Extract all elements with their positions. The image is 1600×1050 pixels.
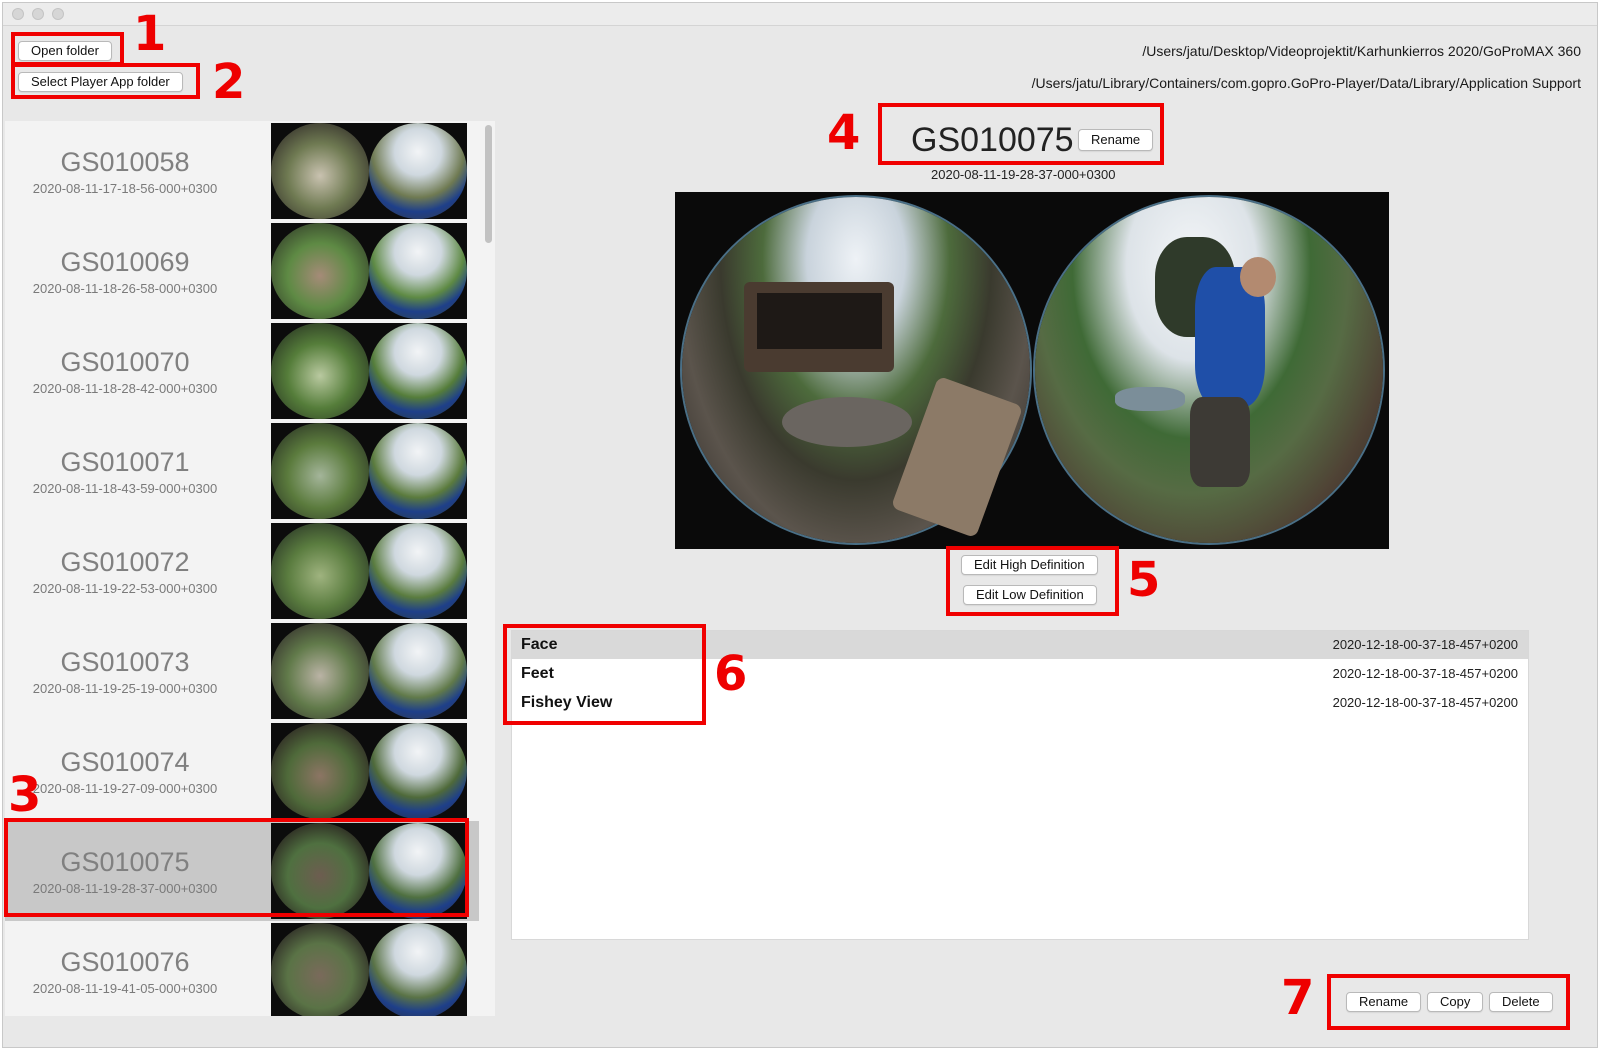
open-folder-button[interactable]: Open folder: [18, 41, 112, 61]
app-window: Open folder Select Player App folder /Us…: [2, 2, 1598, 1048]
selected-clip-date: 2020-08-11-19-28-37-000+0300: [931, 167, 1116, 182]
title-bar: [3, 3, 1597, 26]
thumbnail-front-lens: [271, 423, 369, 519]
bookmark-date: 2020-12-18-00-37-18-457+0200: [1332, 637, 1518, 652]
clip-list-item[interactable]: GS010075 2020-08-11-19-28-37-000+0300: [5, 821, 479, 921]
clip-name: GS010075: [60, 847, 190, 877]
clip-list-scrollbar[interactable]: [483, 121, 495, 1016]
minimize-window-icon[interactable]: [32, 8, 44, 20]
edit-high-definition-button[interactable]: Edit High Definition: [961, 555, 1098, 575]
preview-front-lens: [680, 195, 1032, 545]
folder-path-label: /Users/jatu/Desktop/Videoprojektit/Karhu…: [1142, 43, 1581, 59]
zoom-window-icon[interactable]: [52, 8, 64, 20]
clip-date: 2020-08-11-19-41-05-000+0300: [32, 981, 218, 996]
thumbnail-back-lens: [369, 723, 467, 819]
clip-thumbnail: [271, 723, 467, 819]
bookmark-name: Face: [521, 636, 558, 653]
bookmark-row[interactable]: Feet 2020-12-18-00-37-18-457+0200: [512, 660, 1528, 688]
thumbnail-back-lens: [369, 823, 467, 919]
delete-bookmark-button[interactable]: Delete: [1489, 992, 1553, 1012]
bookmark-date: 2020-12-18-00-37-18-457+0200: [1332, 695, 1518, 710]
callout-number-3: 3: [8, 767, 42, 823]
clip-list[interactable]: GS010058 2020-08-11-17-18-56-000+0300 GS01…: [5, 121, 495, 1016]
callout-number-6: 6: [714, 646, 748, 702]
clip-date: 2020-08-11-17-18-56-000+0300: [32, 181, 218, 196]
clip-list-item[interactable]: GS010069 2020-08-11-18-26-58-000+0300: [5, 221, 479, 321]
callout-number-2: 2: [212, 54, 246, 110]
clip-thumbnail: [271, 623, 467, 719]
clip-list-item[interactable]: GS010071 2020-08-11-18-43-59-000+0300: [5, 421, 479, 521]
clip-thumbnail: [271, 823, 467, 919]
select-player-app-folder-button[interactable]: Select Player App folder: [18, 72, 183, 92]
bookmark-name: Fishey View: [521, 694, 613, 711]
thumbnail-back-lens: [369, 523, 467, 619]
thumbnail-back-lens: [369, 323, 467, 419]
thumbnail-front-lens: [271, 923, 369, 1016]
clip-name: GS010071: [60, 447, 190, 477]
thumbnail-front-lens: [271, 123, 369, 219]
thumbnail-front-lens: [271, 623, 369, 719]
clip-list-item[interactable]: GS010073 2020-08-11-19-25-19-000+0300: [5, 621, 479, 721]
clip-thumbnail: [271, 123, 467, 219]
clip-date: 2020-08-11-19-28-37-000+0300: [32, 881, 218, 896]
clip-thumbnail: [271, 323, 467, 419]
callout-number-5: 5: [1127, 552, 1161, 608]
thumbnail-back-lens: [369, 223, 467, 319]
thumbnail-back-lens: [369, 123, 467, 219]
clip-date: 2020-08-11-18-43-59-000+0300: [32, 481, 218, 496]
callout-number-4: 4: [827, 105, 861, 161]
clip-list-item[interactable]: GS010074 2020-08-11-19-27-09-000+0300: [5, 721, 479, 821]
bookmark-name: Feet: [521, 665, 554, 682]
selected-clip-title: GS010075: [911, 121, 1074, 159]
callout-number-7: 7: [1281, 970, 1315, 1026]
thumbnail-front-lens: [271, 323, 369, 419]
clip-name: GS010070: [60, 347, 190, 377]
thumbnail-back-lens: [369, 623, 467, 719]
edit-low-definition-button[interactable]: Edit Low Definition: [963, 585, 1097, 605]
preview-back-lens: [1033, 195, 1385, 545]
copy-bookmark-button[interactable]: Copy: [1427, 992, 1484, 1012]
clip-thumbnail: [271, 423, 467, 519]
thumbnail-front-lens: [271, 523, 369, 619]
bookmark-date: 2020-12-18-00-37-18-457+0200: [1332, 666, 1518, 681]
bookmark-list[interactable]: Face 2020-12-18-00-37-18-457+0200 Feet 2020…: [511, 630, 1529, 940]
rename-bookmark-button[interactable]: Rename: [1346, 992, 1422, 1012]
clip-thumbnail: [271, 923, 467, 1016]
clip-thumbnail: [271, 223, 467, 319]
thumbnail-front-lens: [271, 223, 369, 319]
callout-number-1: 1: [133, 6, 167, 62]
close-window-icon[interactable]: [12, 8, 24, 20]
bookmark-row[interactable]: Fishey View 2020-12-18-00-37-18-457+0200: [512, 689, 1528, 717]
clip-list-scroll-thumb[interactable]: [485, 125, 492, 243]
thumbnail-front-lens: [271, 723, 369, 819]
clip-list-item[interactable]: GS010076 2020-08-11-19-41-05-000+0300: [5, 921, 479, 1016]
clip-list-item[interactable]: GS010070 2020-08-11-18-28-42-000+0300: [5, 321, 479, 421]
clip-date: 2020-08-11-18-28-42-000+0300: [32, 381, 218, 396]
player-app-path-label: /Users/jatu/Library/Containers/com.gopro…: [1031, 75, 1581, 91]
clip-name: GS010073: [60, 647, 190, 677]
clip-list-item[interactable]: GS010058 2020-08-11-17-18-56-000+0300: [5, 121, 479, 221]
clip-thumbnail: [271, 523, 467, 619]
bookmark-row[interactable]: Face 2020-12-18-00-37-18-457+0200: [512, 631, 1528, 659]
clip-name: GS010076: [60, 947, 190, 977]
thumbnail-back-lens: [369, 923, 467, 1016]
clip-name: GS010069: [60, 247, 190, 277]
clip-date: 2020-08-11-19-25-19-000+0300: [32, 681, 218, 696]
clip-date: 2020-08-11-18-26-58-000+0300: [32, 281, 218, 296]
clip-date: 2020-08-11-19-22-53-000+0300: [32, 581, 218, 596]
thumbnail-front-lens: [271, 823, 369, 919]
clip-name: GS010058: [60, 147, 190, 177]
rename-clip-button[interactable]: Rename: [1078, 129, 1154, 151]
clip-preview-image: [675, 192, 1389, 549]
thumbnail-back-lens: [369, 423, 467, 519]
clip-name: GS010072: [60, 547, 190, 577]
clip-list-item[interactable]: GS010072 2020-08-11-19-22-53-000+0300: [5, 521, 479, 621]
